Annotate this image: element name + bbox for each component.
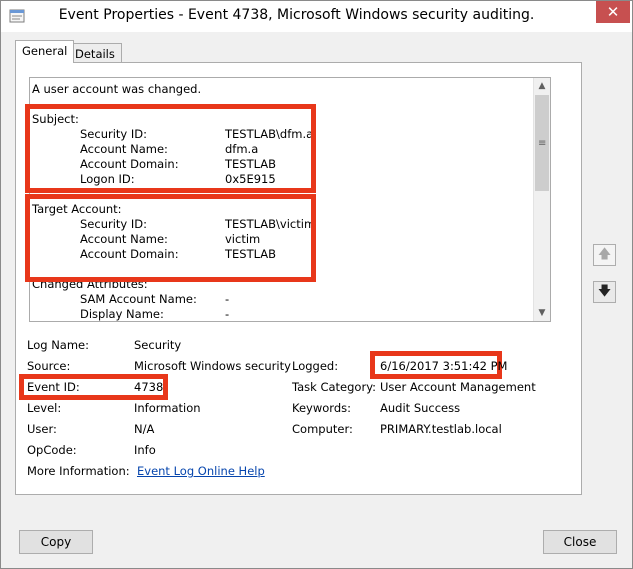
logged-value: 6/16/2017 3:51:42 PM (380, 359, 508, 373)
previous-event-button[interactable]: 🡅 (593, 244, 616, 266)
target-row: Security ID: TESTLAB\victim (32, 217, 532, 232)
event-properties-window: Event Properties - Event 4738, Microsoft… (0, 0, 633, 569)
task-category-value: User Account Management (380, 380, 536, 394)
logged-label: Logged: (292, 359, 339, 373)
target-account-domain-label: Account Domain: (80, 247, 179, 261)
arrow-up-icon: 🡅 (597, 247, 612, 262)
target-account-heading: Target Account: (32, 202, 122, 216)
target-row: Account Domain: TESTLAB (32, 247, 532, 262)
user-value: N/A (134, 422, 155, 436)
event-log-online-help-link[interactable]: Event Log Online Help (137, 464, 265, 478)
next-event-button[interactable]: 🡇 (593, 281, 616, 303)
subject-row: Security ID: TESTLAB\dfm.a (32, 127, 532, 142)
description-summary: A user account was changed. (32, 82, 202, 96)
target-account-name-value: victim (225, 232, 261, 246)
tab-details[interactable]: Details (68, 43, 122, 63)
sam-account-name-value: - (225, 292, 230, 306)
subject-logon-id-value: 0x5E915 (225, 172, 276, 186)
computer-value: PRIMARY.testlab.local (380, 422, 502, 436)
source-value: Microsoft Windows security (134, 359, 291, 373)
window-title: Event Properties - Event 4738, Microsoft… (58, 7, 535, 23)
computer-label: Computer: (292, 422, 353, 436)
subject-row: Account Domain: TESTLAB (32, 157, 532, 172)
keywords-value: Audit Success (380, 401, 461, 415)
description-scrollbar[interactable]: ▲ ≡ ▼ (533, 78, 550, 321)
log-name-value: Security (134, 338, 182, 352)
event-id-value: 4738 (134, 380, 164, 394)
arrow-down-icon: 🡇 (597, 284, 612, 299)
opcode-value: Info (134, 443, 156, 457)
changed-row: SAM Account Name: - (32, 292, 532, 307)
scroll-up-arrow-icon[interactable]: ▲ (534, 78, 550, 94)
target-row: Account Name: victim (32, 232, 532, 247)
subject-logon-id-label: Logon ID: (80, 172, 135, 186)
tab-general[interactable]: General (15, 40, 75, 63)
target-security-id-label: Security ID: (80, 217, 148, 231)
level-label: Level: (27, 401, 62, 415)
subject-account-domain-label: Account Domain: (80, 157, 179, 171)
keywords-label: Keywords: (292, 401, 351, 415)
subject-account-name-value: dfm.a (225, 142, 259, 156)
subject-security-id-label: Security ID: (80, 127, 148, 141)
sam-account-name-label: SAM Account Name: (80, 292, 197, 306)
subject-row: Logon ID: 0x5E915 (32, 172, 532, 187)
copy-button[interactable]: Copy (19, 530, 93, 554)
event-description-text: A user account was changed. Subject: Sec… (32, 82, 532, 321)
subject-account-name-label: Account Name: (80, 142, 168, 156)
close-window-button[interactable]: ✕ (596, 1, 630, 23)
task-category-label: Task Category: (292, 380, 377, 394)
display-name-label: Display Name: (80, 307, 164, 321)
opcode-label: OpCode: (27, 443, 77, 457)
target-account-domain-value: TESTLAB (225, 247, 277, 261)
changed-attributes-heading: Changed Attributes: (32, 277, 148, 291)
grip-icon: ≡ (538, 138, 547, 149)
event-description-box[interactable]: A user account was changed. Subject: Sec… (29, 77, 551, 322)
source-label: Source: (27, 359, 71, 373)
display-name-value: - (225, 307, 230, 321)
target-account-name-label: Account Name: (80, 232, 168, 246)
target-security-id-value: TESTLAB\victim (225, 217, 316, 231)
title-bar[interactable]: Event Properties - Event 4738, Microsoft… (1, 1, 632, 32)
scrollbar-thumb[interactable]: ≡ (535, 95, 549, 191)
subject-row: Account Name: dfm.a (32, 142, 532, 157)
close-button[interactable]: Close (543, 530, 617, 554)
subject-security-id-value: TESTLAB\dfm.a (225, 127, 314, 141)
changed-row: Display Name: - (32, 307, 532, 321)
level-value: Information (134, 401, 201, 415)
subject-heading: Subject: (32, 112, 79, 126)
log-name-label: Log Name: (27, 338, 89, 352)
scroll-down-arrow-icon[interactable]: ▼ (534, 305, 550, 321)
subject-account-domain-value: TESTLAB (225, 157, 277, 171)
user-label: User: (27, 422, 57, 436)
more-information-label: More Information: (27, 464, 130, 478)
event-id-label: Event ID: (27, 380, 80, 394)
